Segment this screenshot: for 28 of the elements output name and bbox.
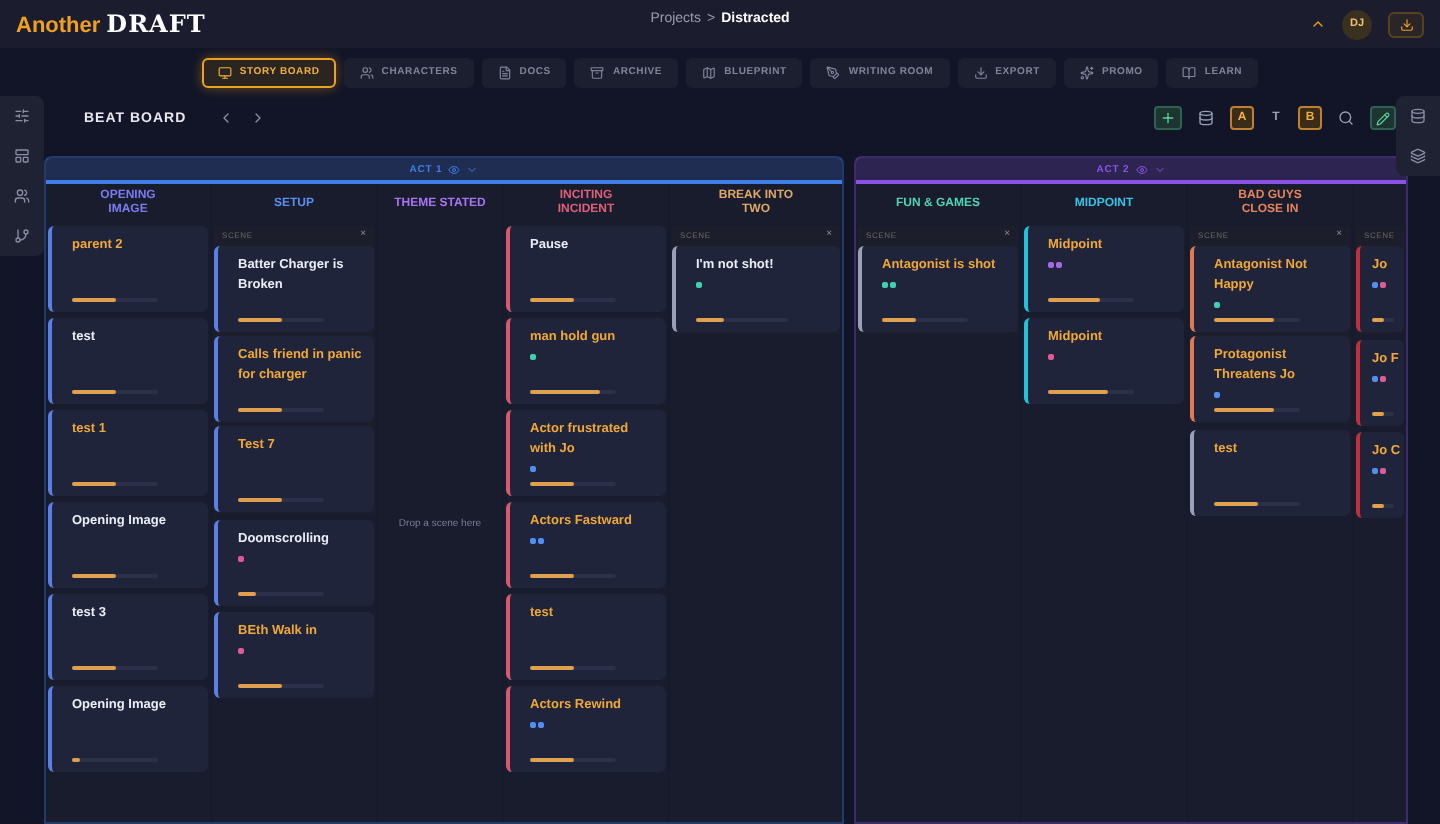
map-icon xyxy=(702,65,717,79)
logo-text: Another xyxy=(16,14,101,38)
pencil-icon xyxy=(1376,111,1390,125)
pencil-button[interactable] xyxy=(1370,106,1396,130)
sparkles-icon xyxy=(1079,65,1094,79)
layers-icon[interactable] xyxy=(1410,148,1426,164)
pen-icon xyxy=(826,65,841,79)
monitor-icon xyxy=(217,65,232,79)
download-button[interactable] xyxy=(1388,11,1424,37)
download-icon xyxy=(1399,17,1413,31)
eye-icon[interactable] xyxy=(448,163,461,175)
plus-icon xyxy=(1160,110,1176,126)
search-icon xyxy=(1338,110,1354,126)
users-icon[interactable] xyxy=(14,188,30,204)
logo-text: DRAFT xyxy=(106,10,206,38)
database-icon[interactable] xyxy=(1410,108,1426,124)
eye-icon[interactable] xyxy=(1135,163,1148,175)
chevron-up-icon[interactable] xyxy=(1310,16,1326,32)
archive-icon xyxy=(590,65,605,79)
branch-icon[interactable] xyxy=(14,228,30,244)
download-icon xyxy=(973,65,988,79)
layout-icon[interactable] xyxy=(14,148,30,164)
database-icon xyxy=(1198,110,1214,126)
add-button[interactable] xyxy=(1154,106,1182,130)
sliders-icon[interactable] xyxy=(14,108,30,124)
users-icon xyxy=(359,65,374,79)
document-icon xyxy=(497,65,512,79)
book-icon xyxy=(1182,65,1197,79)
